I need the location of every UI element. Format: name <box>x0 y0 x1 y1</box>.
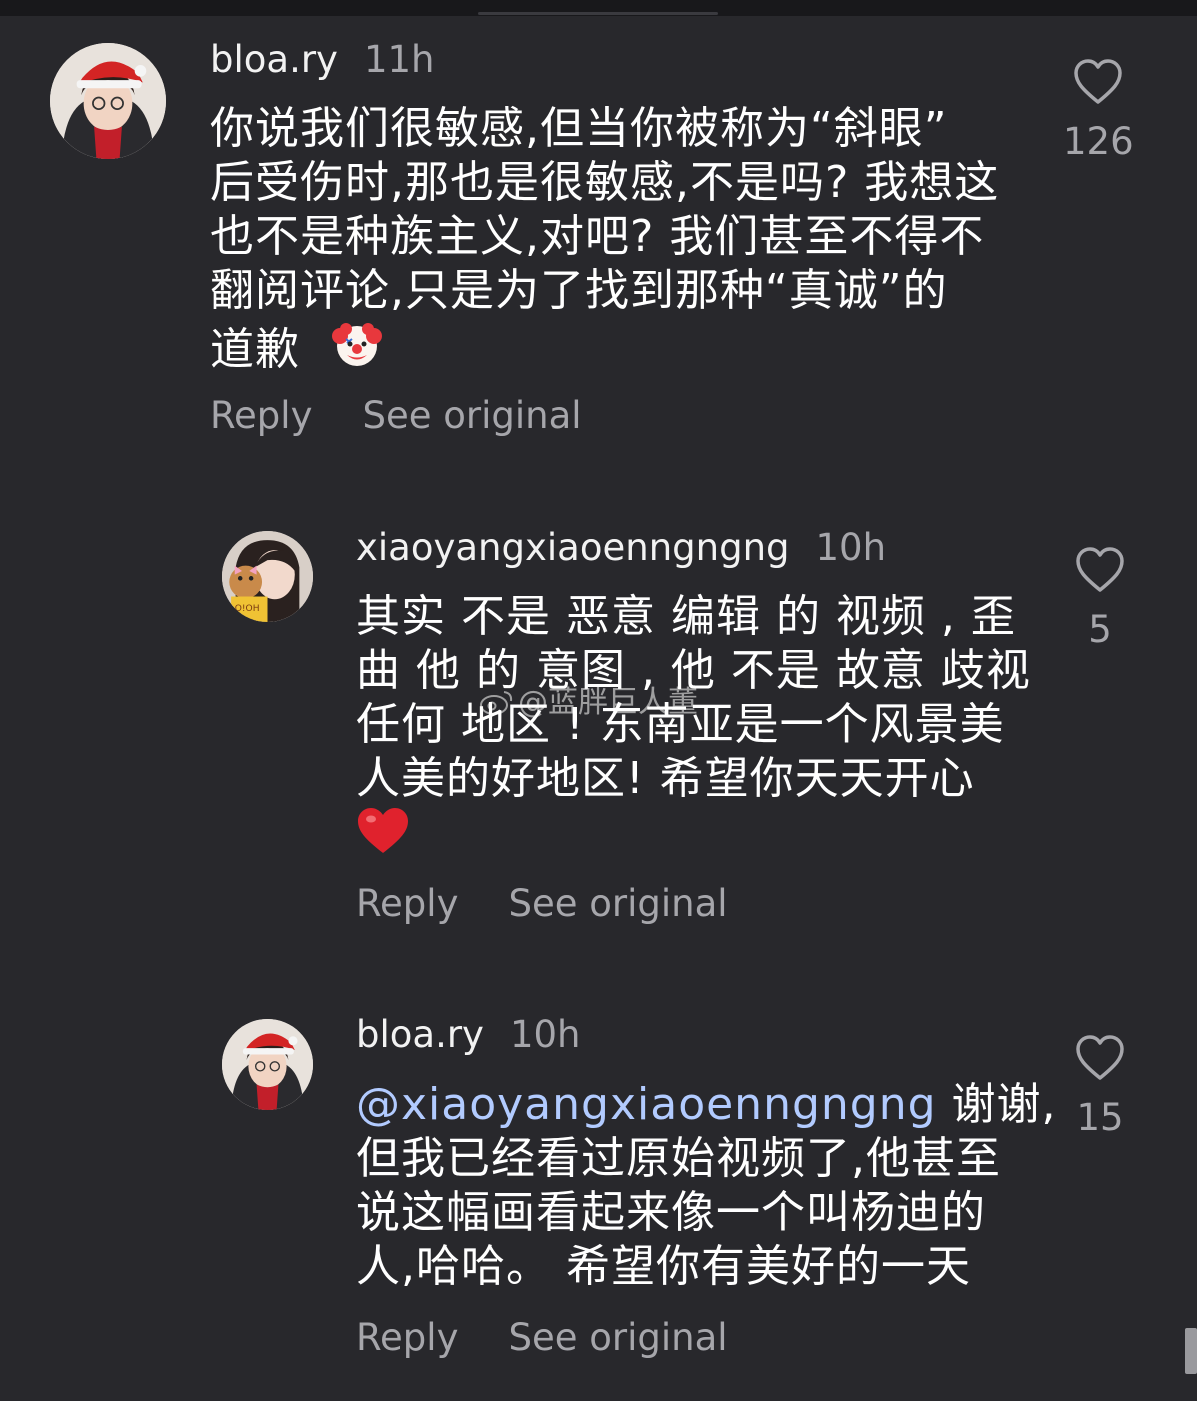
like-count: 126 <box>1063 120 1134 163</box>
see-original-button[interactable]: See original <box>362 394 581 437</box>
comment-header: xiaoyangxiaoenngngng 10h <box>356 526 886 570</box>
comment-header: bloa.ry 10h <box>356 1013 580 1057</box>
comment-header: bloa.ry 11h <box>210 38 434 82</box>
comment-text: @xiaoyangxiaoenngngng 谢谢, 但我已经看过原始视频了,他甚… <box>356 1078 1057 1294</box>
heart-icon <box>1076 1035 1124 1080</box>
red-heart-emoji <box>356 806 410 869</box>
comment-line: 但我已经看过原始视频了,他甚至 <box>356 1133 1001 1184</box>
comment-line-text: 道歉 <box>210 324 300 375</box>
avatar[interactable]: O!OH <box>222 531 313 622</box>
like-button[interactable]: 15 <box>1065 1034 1135 1140</box>
username[interactable]: bloa.ry <box>356 1013 484 1056</box>
comment-line: 说这幅画看起来像一个叫杨迪的 <box>356 1187 986 1238</box>
reply-button[interactable]: Reply <box>356 1316 458 1359</box>
weibo-icon <box>480 688 514 725</box>
comment-text: 你说我们很敏感,但当你被称为“斜眼” 后受伤时,那也是很敏感,不是吗? 我想这 … <box>210 102 1000 375</box>
comment-line: 也不是种族主义,对吧? 我们甚至不得不 <box>210 211 985 262</box>
watermark-text: @蓝胖巨人董 <box>518 685 698 720</box>
watermark: @蓝胖巨人董 <box>480 685 698 725</box>
comment-actions: Reply See original <box>210 394 582 438</box>
comment-line <box>356 806 1031 860</box>
reply-button[interactable]: Reply <box>210 394 312 437</box>
comment-line: 其实 不是 恶意 编辑 的 视频 , 歪 <box>356 591 1016 642</box>
comment-actions: Reply See original <box>356 1316 728 1360</box>
heart-icon <box>1074 59 1122 104</box>
see-original-button[interactable]: See original <box>508 882 727 925</box>
avatar[interactable] <box>222 1019 313 1110</box>
comment-line: 你说我们很敏感,但当你被称为“斜眼” <box>210 103 948 154</box>
like-button[interactable]: 126 <box>1063 58 1134 164</box>
sheet-handle[interactable] <box>478 12 718 15</box>
mention-link[interactable]: @xiaoyangxiaoenngngng <box>356 1079 937 1130</box>
avatar[interactable] <box>50 43 166 159</box>
comment-line: 翻阅评论,只是为了找到那种“真诚”的 <box>210 265 948 316</box>
top-bar <box>0 0 1197 16</box>
comment-line: 人,哈哈。 希望你有美好的一天 <box>356 1241 971 1292</box>
scrollbar[interactable] <box>1185 1328 1197 1374</box>
timestamp: 10h <box>509 1013 581 1056</box>
svg-text:O!OH: O!OH <box>235 604 260 614</box>
reply-button[interactable]: Reply <box>356 882 458 925</box>
timestamp: 10h <box>815 526 887 569</box>
timestamp: 11h <box>363 38 435 81</box>
username[interactable]: bloa.ry <box>210 38 338 81</box>
comment-line-text: 谢谢, <box>936 1079 1057 1130</box>
username[interactable]: xiaoyangxiaoenngngng <box>356 526 790 569</box>
heart-icon <box>1076 547 1124 592</box>
like-button[interactable]: 5 <box>1065 546 1135 652</box>
comment-text: 其实 不是 恶意 编辑 的 视频 , 歪 曲 他 的 意图 , 他 不是 故意 … <box>356 590 1031 860</box>
like-count: 5 <box>1088 608 1112 651</box>
see-original-button[interactable]: See original <box>508 1316 727 1359</box>
comment-line: 人美的好地区! 希望你天天开心 <box>356 753 975 804</box>
comment-line: 后受伤时,那也是很敏感,不是吗? 我想这 <box>210 157 1000 208</box>
comment-actions: Reply See original <box>356 882 728 926</box>
comment-line: @xiaoyangxiaoenngngng 谢谢, <box>356 1078 1057 1132</box>
clown-face-emoji <box>331 318 383 383</box>
comment-line: 道歉 <box>210 318 999 375</box>
like-count: 15 <box>1076 1096 1124 1139</box>
